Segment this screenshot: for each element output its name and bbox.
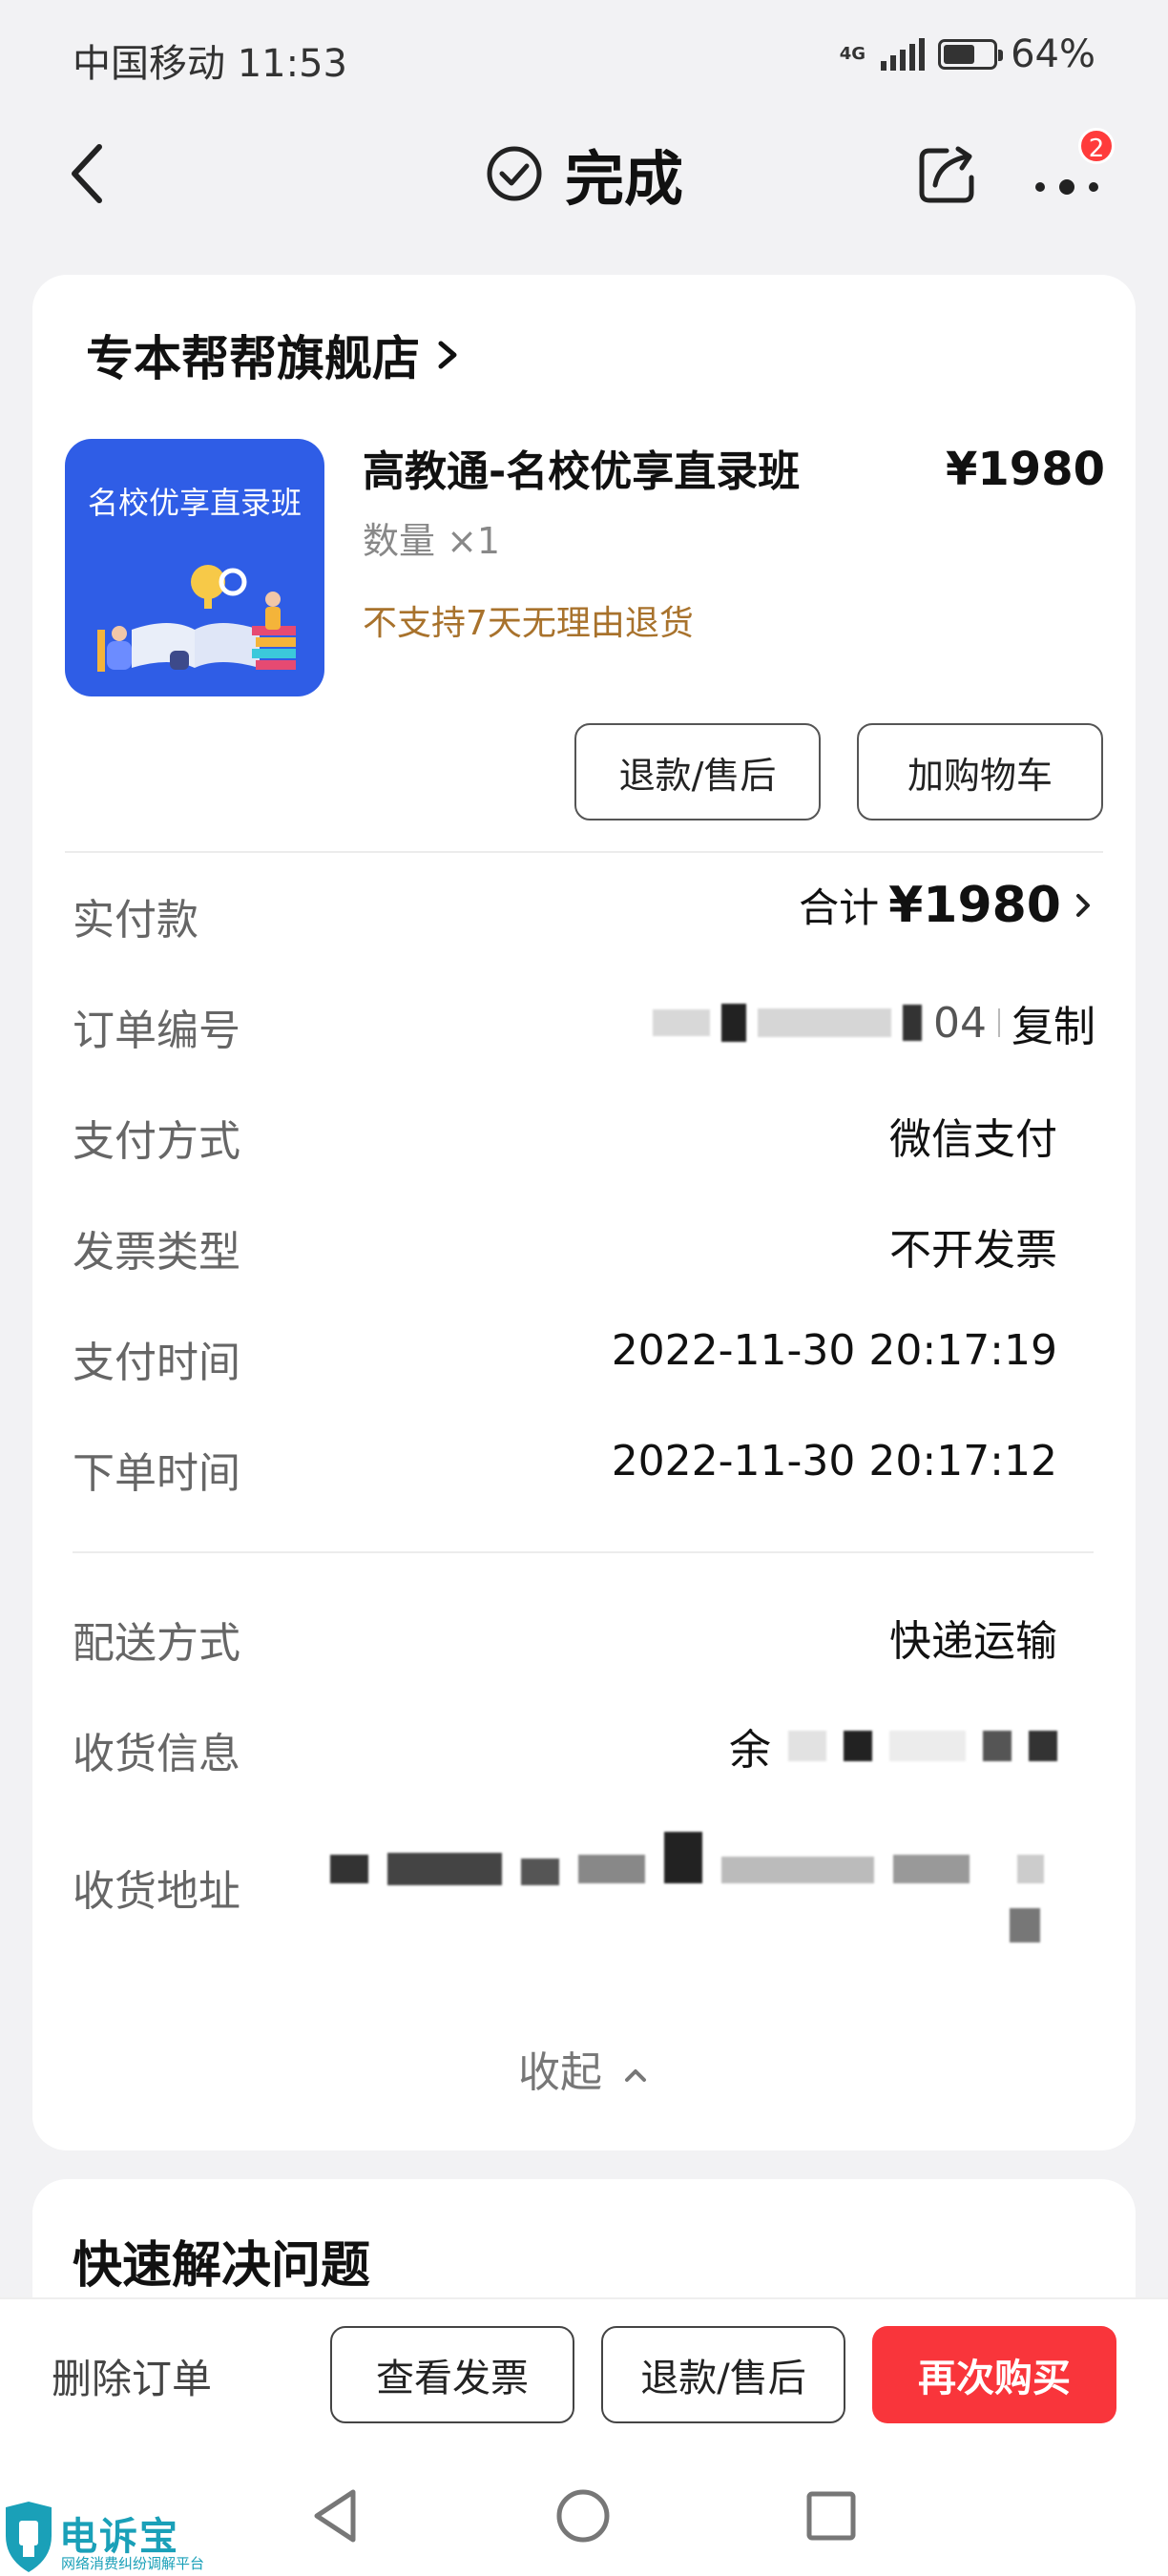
chevron-right-icon	[438, 341, 457, 369]
bottom-action-bar: 删除订单 查看发票 退款/售后 再次购买	[0, 2297, 1168, 2456]
share-icon	[919, 146, 974, 203]
redacted-block	[903, 1005, 922, 1041]
product-quantity: 数量 ×1	[363, 520, 501, 562]
check-circle-icon	[487, 146, 542, 201]
delete-order-button[interactable]: 删除订单	[52, 2347, 212, 2405]
system-back-button[interactable]	[303, 2483, 370, 2549]
signal-icon	[881, 38, 926, 71]
paid-amount-label: 实付款	[73, 896, 198, 945]
paid-amount-value: ¥1980	[888, 876, 1061, 934]
network-type: 4G	[839, 44, 866, 64]
delivery-method-label: 配送方式	[73, 1619, 240, 1668]
order-card: 专本帮帮旗舰店 名校优享直录班 高教通-名校优享直录班 ¥1980 数量 ×1 …	[32, 275, 1136, 2150]
book-illustration-icon	[97, 565, 296, 672]
payment-method-value: 微信支付	[889, 1115, 1057, 1164]
recipient-info-label: 收货信息	[73, 1730, 240, 1778]
quick-help-title: 快速解决问题	[73, 2237, 371, 2295]
divider	[65, 851, 1103, 853]
chevron-right-icon	[1076, 893, 1090, 917]
page-title: 完成	[564, 144, 683, 214]
return-policy-note: 不支持7天无理由退货	[363, 604, 694, 643]
redacted-block	[889, 1731, 966, 1761]
order-number-tail: 04	[933, 998, 987, 1048]
redacted-block	[788, 1731, 826, 1761]
invoice-type-label: 发票类型	[73, 1228, 240, 1277]
buy-again-button[interactable]: 再次购买	[872, 2326, 1116, 2423]
order-time-label: 下单时间	[73, 1449, 240, 1498]
payment-time-value: 2022-11-30 20:17:19	[611, 1326, 1057, 1375]
product-title[interactable]: 高教通-名校优享直录班	[363, 437, 800, 498]
refund-button[interactable]: 退款/售后	[574, 723, 821, 821]
redacted-address	[330, 1832, 1094, 1963]
paid-amount-row[interactable]: 合计 ¥1980	[799, 876, 1095, 934]
shipping-address-label: 收货地址	[73, 1867, 240, 1916]
carrier-time: 中国移动 11:53	[73, 42, 347, 86]
store-link[interactable]: 专本帮帮旗舰店	[86, 321, 462, 389]
refund-button-bottom[interactable]: 退款/售后	[601, 2326, 845, 2423]
redacted-block	[844, 1731, 872, 1761]
status-icons: 4G 64%	[840, 32, 1095, 76]
payment-time-label: 支付时间	[73, 1339, 240, 1387]
recipient-name: 余	[729, 1726, 771, 1775]
chevron-up-icon	[625, 2069, 646, 2082]
share-button[interactable]	[914, 141, 981, 208]
product-price: ¥1980	[946, 443, 1105, 496]
square-recents-icon	[806, 2491, 856, 2541]
battery-icon	[938, 39, 1004, 70]
delivery-method-value: 快递运输	[889, 1617, 1057, 1666]
watermark-subtitle: 网络消费纠纷调解平台	[61, 2555, 205, 2572]
redacted-block	[721, 1004, 746, 1042]
collapse-button[interactable]: 收起	[32, 2038, 1136, 2099]
redacted-block	[983, 1731, 1012, 1761]
page-title-wrap: 完成	[0, 135, 1168, 214]
product-thumbnail[interactable]: 名校优享直录班	[65, 439, 324, 696]
add-to-cart-button[interactable]: 加购物车	[857, 723, 1103, 821]
redacted-block	[1029, 1731, 1057, 1761]
paid-amount-prefix: 合计	[799, 884, 880, 931]
redacted-block	[653, 1009, 710, 1036]
redacted-block	[758, 1008, 891, 1037]
payment-method-label: 支付方式	[73, 1117, 240, 1166]
battery-fill	[944, 45, 975, 64]
view-invoice-button[interactable]: 查看发票	[330, 2326, 574, 2423]
separator	[998, 1008, 1000, 1037]
divider	[73, 1551, 1094, 1553]
order-time-value: 2022-11-30 20:17:12	[611, 1437, 1057, 1485]
system-recents-button[interactable]	[798, 2483, 865, 2549]
circle-home-icon	[556, 2489, 610, 2543]
status-bar: 中国移动 11:53 4G 64%	[0, 0, 1168, 114]
system-home-button[interactable]	[550, 2483, 616, 2549]
order-number-row: 04 复制	[653, 992, 1095, 1053]
copy-button[interactable]: 复制	[1012, 992, 1095, 1053]
battery-percent: 64%	[1011, 32, 1095, 76]
collapse-label: 收起	[518, 2048, 602, 2097]
invoice-type-value: 不开发票	[889, 1226, 1057, 1275]
nav-bar: 完成 2	[0, 114, 1168, 239]
notification-badge: 2	[1078, 128, 1115, 164]
order-number-label: 订单编号	[73, 1007, 240, 1055]
recipient-info-row: 余	[729, 1715, 1057, 1776]
store-name: 专本帮帮旗舰店	[86, 331, 420, 386]
triangle-back-icon	[314, 2489, 356, 2543]
